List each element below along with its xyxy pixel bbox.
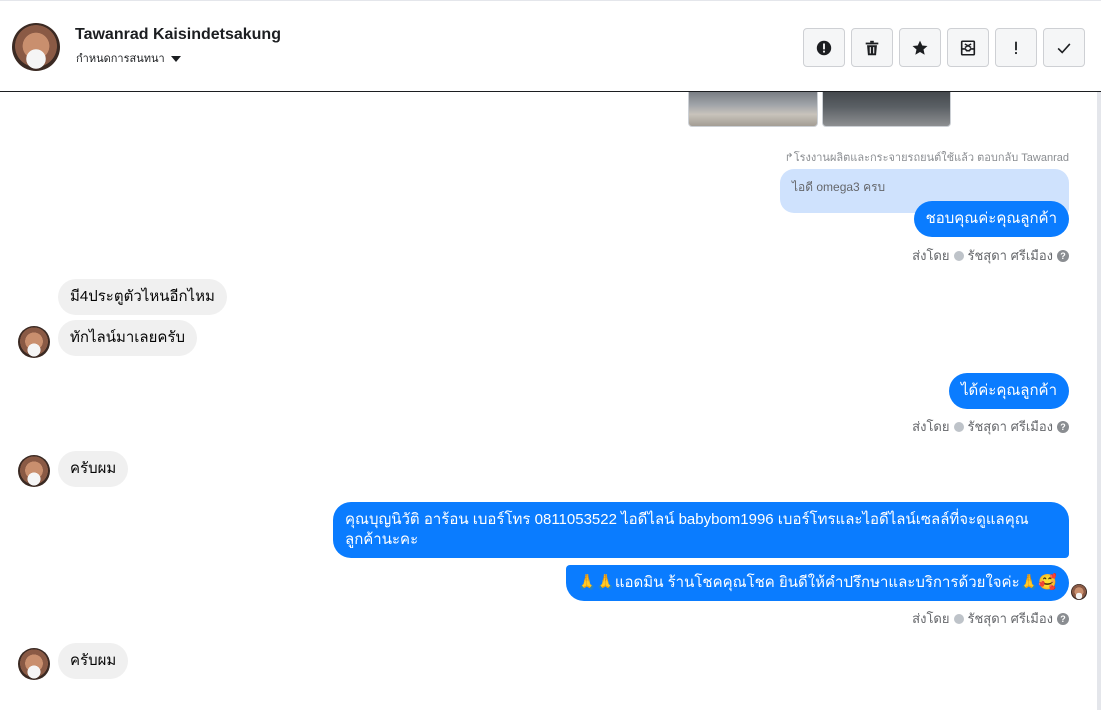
reply-arrow-icon: ↱ bbox=[784, 152, 794, 164]
reply-context-label: ↱โรงงานผลิตและกระจายรถยนต์ใช้แล้ว ตอบกลั… bbox=[784, 152, 1069, 164]
message-bubble-incoming[interactable]: ครับผม bbox=[58, 643, 129, 679]
conversation-settings-dropdown[interactable]: กำหนดการสนทนา bbox=[76, 49, 181, 67]
help-icon[interactable]: ? bbox=[1057, 249, 1069, 262]
contact-name[interactable]: Tawanrad Kaisindetsakung bbox=[75, 26, 281, 44]
star-icon bbox=[912, 40, 928, 55]
message-bubble-outgoing[interactable]: 🙏🙏แอดมิน ร้านโชคคุณโชค ยินดีให้คำปรึกษาแ… bbox=[565, 565, 1069, 601]
seen-avatar bbox=[1071, 584, 1087, 600]
trash-icon bbox=[865, 40, 879, 55]
message-bubble-incoming[interactable]: ทักไลน์มาเลยครับ bbox=[58, 320, 197, 356]
shared-car-interior-photo[interactable] bbox=[822, 92, 951, 127]
sent-by-label: ส่งโดย รัชสุดา ศรีเมือง ? bbox=[912, 245, 1069, 266]
conversation-settings-label: กำหนดการสนทนา bbox=[76, 53, 165, 65]
contact-avatar[interactable] bbox=[12, 23, 60, 71]
conversation-header: Tawanrad Kaisindetsakung กำหนดการสนทนา bbox=[0, 0, 1101, 92]
sent-by-label: ส่งโดย รัชสุดา ศรีเมือง ? bbox=[912, 416, 1069, 437]
message-bubble-outgoing[interactable]: ชอบคุณค่ะคุณลูกค้า bbox=[913, 201, 1069, 237]
delete-button[interactable] bbox=[851, 28, 893, 67]
archive-icon bbox=[960, 39, 976, 56]
contact-avatar-small[interactable] bbox=[18, 326, 50, 358]
help-icon[interactable]: ? bbox=[1057, 420, 1069, 433]
mark-important-button[interactable] bbox=[995, 28, 1037, 67]
agent-status-icon bbox=[953, 613, 964, 624]
shared-car-photo[interactable] bbox=[688, 92, 818, 127]
contact-avatar-small[interactable] bbox=[18, 455, 50, 487]
exclamation-icon bbox=[1015, 41, 1017, 54]
alert-circle-icon bbox=[816, 40, 832, 55]
report-spam-button[interactable] bbox=[803, 28, 845, 67]
message-bubble-outgoing[interactable]: ได้ค่ะคุณลูกค้า bbox=[948, 373, 1069, 409]
scrollbar[interactable] bbox=[1097, 92, 1101, 710]
help-icon[interactable]: ? bbox=[1057, 612, 1069, 625]
message-bubble-outgoing[interactable]: คุณบุญนิวัติ อาร้อน เบอร์โทร 0811053522 … bbox=[333, 502, 1069, 558]
agent-status-icon bbox=[953, 421, 964, 432]
contact-avatar-small[interactable] bbox=[18, 648, 50, 680]
agent-name[interactable]: รัชสุดา ศรีเมือง bbox=[968, 245, 1054, 266]
star-button[interactable] bbox=[899, 28, 941, 67]
message-bubble-incoming[interactable]: ครับผม bbox=[58, 451, 129, 487]
archive-button[interactable] bbox=[947, 28, 989, 67]
agent-status-icon bbox=[953, 250, 964, 261]
message-bubble-incoming[interactable]: มี4ประตูตัวไหนอีกไหม bbox=[58, 279, 227, 315]
caret-down-icon bbox=[170, 55, 181, 62]
mark-done-button[interactable] bbox=[1043, 28, 1085, 67]
agent-name[interactable]: รัชสุดา ศรีเมือง bbox=[968, 416, 1054, 437]
check-icon bbox=[1057, 42, 1071, 54]
message-thread[interactable]: ↱โรงงานผลิตและกระจายรถยนต์ใช้แล้ว ตอบกลั… bbox=[0, 92, 1101, 710]
sent-by-label: ส่งโดย รัชสุดา ศรีเมือง ? bbox=[912, 608, 1069, 629]
agent-name[interactable]: รัชสุดา ศรีเมือง bbox=[968, 608, 1054, 629]
action-toolbar bbox=[803, 28, 1085, 67]
